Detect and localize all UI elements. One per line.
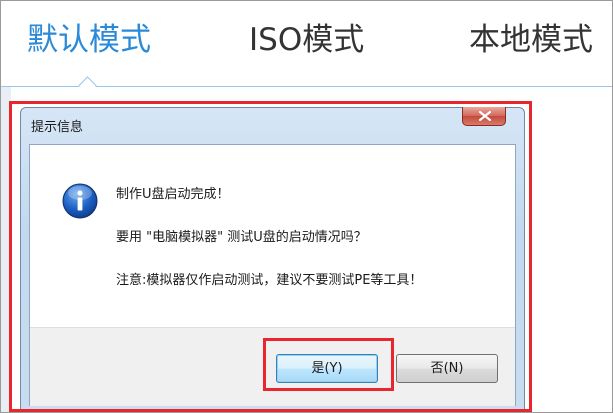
no-button[interactable]: 否(N) [396, 354, 498, 383]
close-icon [479, 111, 491, 121]
dialog-content: 制作U盘启动完成！ 要用 "电脑模拟器" 测试U盘的启动情况吗？ 注意:模拟器仅… [29, 144, 516, 406]
yes-button[interactable]: 是(Y) [276, 354, 378, 383]
message-complete: 制作U盘启动完成！ [116, 187, 230, 202]
dialog-title: 提示信息 [31, 120, 84, 135]
tab-default-mode[interactable]: 默认模式 [27, 19, 151, 61]
close-button[interactable] [462, 107, 506, 126]
dialog-titlebar[interactable]: 提示信息 [21, 107, 524, 138]
background-panel [536, 87, 612, 412]
active-tab-indicator [78, 76, 97, 95]
dialog-button-bar: 是(Y) 否(N) [30, 327, 515, 406]
message-dialog: 提示信息 制作U盘启动完成！ 要用 "电脑模拟器" 测试U盘的启动情况吗？ 注意… [20, 107, 525, 412]
message-note: 注意:模拟器仅作启动测试，建议不要测试PE等工具！ [116, 273, 423, 288]
left-edge [1, 87, 11, 412]
app-window: 默认模式 ISO模式 本地模式 提示信息 制作U盘启动完成！ 要用 "电脑模拟器… [0, 0, 613, 413]
info-icon [62, 183, 98, 219]
message-question: 要用 "电脑模拟器" 测试U盘的启动情况吗？ [116, 230, 367, 245]
mode-tabs: 默认模式 ISO模式 本地模式 [1, 1, 612, 95]
tab-local-mode[interactable]: 本地模式 [469, 19, 593, 61]
tab-iso-mode[interactable]: ISO模式 [249, 19, 364, 61]
